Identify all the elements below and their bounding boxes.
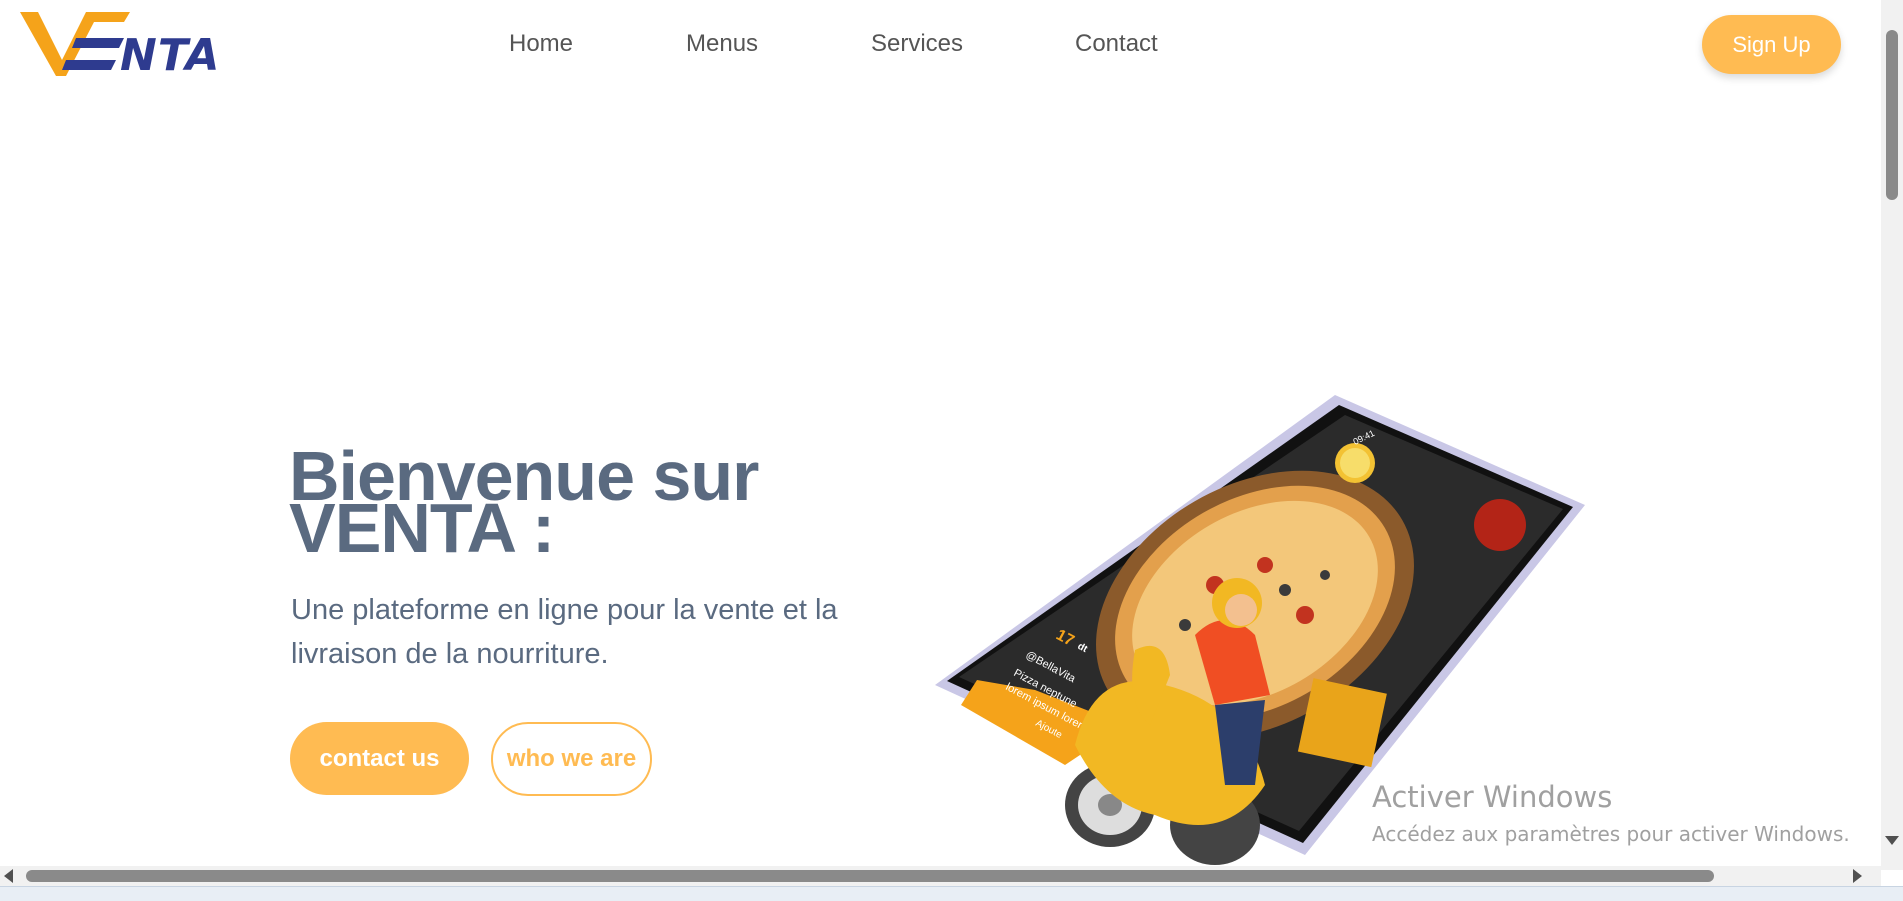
windows-activation-title: Activer Windows: [1372, 780, 1613, 814]
scroll-down-arrow-icon[interactable]: [1885, 836, 1899, 845]
nav-menus-link[interactable]: Menus: [686, 30, 758, 58]
nav-services-link[interactable]: Services: [871, 30, 963, 58]
sign-up-button[interactable]: Sign Up: [1702, 15, 1841, 74]
who-we-are-button[interactable]: who we are: [491, 722, 652, 796]
windows-activation-subtitle: Accédez aux paramètres pour activer Wind…: [1372, 822, 1850, 846]
taskbar-edge: [0, 886, 1903, 901]
scroll-left-arrow-icon[interactable]: [4, 869, 13, 883]
horizontal-scrollbar[interactable]: [0, 866, 1881, 886]
vertical-scrollbar[interactable]: [1881, 0, 1903, 870]
nav-contact-link[interactable]: Contact: [1075, 30, 1158, 58]
logo-text: NTA: [120, 30, 221, 81]
venta-logo[interactable]: NTA: [20, 8, 250, 81]
horizontal-scroll-thumb[interactable]: [26, 870, 1714, 882]
top-navbar: NTA Home Menus Services Contact Sign Up: [0, 0, 1864, 90]
nav-home-link[interactable]: Home: [509, 30, 573, 58]
vertical-scroll-thumb[interactable]: [1886, 30, 1898, 200]
contact-us-button[interactable]: contact us: [290, 722, 469, 795]
scroll-right-arrow-icon[interactable]: [1853, 869, 1862, 883]
hero-subtitle: Une plateforme en ligne pour la vente et…: [291, 594, 838, 670]
hero-title: Bienvenue sur VENTA :: [289, 437, 759, 567]
